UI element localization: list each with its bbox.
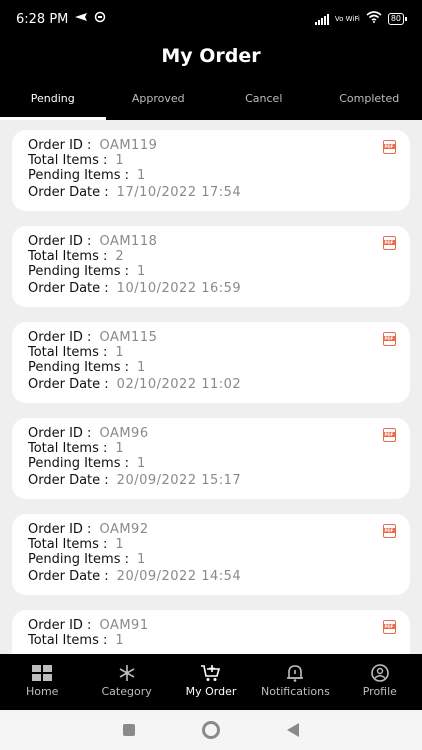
nav-notifications[interactable]: Notifications (253, 654, 337, 710)
order-list[interactable]: Order ID : OAM119 Total Items : 1 Pending … (0, 120, 422, 654)
nav-profile[interactable]: Profile (338, 654, 422, 710)
order-id-label: Order ID : (28, 522, 92, 537)
order-date-label: Order Date : (28, 281, 109, 296)
total-items-label: Total Items : (28, 441, 108, 456)
order-id-value: OAM119 (99, 138, 158, 153)
order-card[interactable]: Order ID : OAM115 Total Items : 1 Pending … (12, 322, 410, 403)
pdf-icon[interactable] (383, 428, 396, 442)
order-date-value: 20/09/2022 15:17 (116, 473, 242, 488)
order-id-label: Order ID : (28, 234, 92, 249)
page-title: My Order (0, 38, 422, 80)
back-icon[interactable] (286, 723, 299, 737)
notification-icon (94, 11, 106, 27)
order-card[interactable]: Order ID : OAM118 Total Items : 2 Pending … (12, 226, 410, 307)
total-items-value: 1 (115, 153, 125, 168)
order-card[interactable]: Order ID : OAM96 Total Items : 1 Pending I… (12, 418, 410, 499)
pending-items-label: Pending Items : (28, 456, 129, 471)
total-items-value: 2 (115, 249, 125, 264)
order-id-value: OAM91 (99, 618, 149, 633)
battery-indicator: 80 (387, 13, 408, 25)
order-id-label: Order ID : (28, 618, 92, 633)
tab-pending[interactable]: Pending (0, 80, 106, 120)
pending-items-value: 1 (136, 360, 146, 375)
total-items-label: Total Items : (28, 249, 108, 264)
bell-icon (287, 665, 304, 682)
nav-my-order-label: My Order (185, 685, 237, 698)
order-date-value: 10/10/2022 16:59 (116, 281, 242, 296)
order-date-value: 17/10/2022 17:54 (116, 185, 242, 200)
pending-items-value: 1 (136, 168, 146, 183)
status-time: 6:28 PM (16, 11, 69, 27)
total-items-value: 1 (115, 345, 125, 360)
order-id-value: OAM92 (99, 522, 149, 537)
order-card[interactable]: Order ID : OAM91 Total Items : 1 (12, 610, 410, 654)
bottom-nav: Home Category My Order Notifications Pro… (0, 654, 422, 710)
grid-icon (32, 665, 53, 681)
order-id-value: OAM118 (99, 234, 158, 249)
wifi-icon (366, 11, 382, 27)
nav-category[interactable]: Category (84, 654, 168, 710)
total-items-value: 1 (115, 441, 125, 456)
airplane-icon (74, 11, 88, 27)
order-id-value: OAM96 (99, 426, 149, 441)
pdf-icon[interactable] (383, 524, 396, 538)
pending-items-value: 1 (136, 264, 146, 279)
order-id-label: Order ID : (28, 138, 92, 153)
pdf-icon[interactable] (383, 236, 396, 250)
pending-items-label: Pending Items : (28, 264, 129, 279)
nav-my-order[interactable]: My Order (169, 654, 253, 710)
order-date-label: Order Date : (28, 473, 109, 488)
order-tabs: Pending Approved Cancel Completed (0, 80, 422, 120)
order-date-value: 02/10/2022 11:02 (116, 377, 242, 392)
total-items-label: Total Items : (28, 153, 108, 168)
total-items-label: Total Items : (28, 537, 108, 552)
pending-items-label: Pending Items : (28, 168, 129, 183)
tab-completed[interactable]: Completed (317, 80, 422, 120)
total-items-value: 1 (115, 537, 125, 552)
pending-items-label: Pending Items : (28, 360, 129, 375)
order-id-value: OAM115 (99, 330, 158, 345)
snowflake-icon (119, 665, 135, 681)
nav-home-label: Home (25, 685, 59, 698)
nav-profile-label: Profile (362, 685, 397, 698)
order-date-label: Order Date : (28, 569, 109, 584)
home-circle-icon[interactable] (201, 721, 220, 739)
recent-apps-icon[interactable] (123, 724, 136, 736)
nav-notifications-label: Notifications (260, 685, 330, 698)
order-id-label: Order ID : (28, 330, 92, 345)
signal-icon (314, 13, 329, 25)
tab-approved[interactable]: Approved (106, 80, 212, 120)
pdf-icon[interactable] (383, 140, 396, 154)
order-id-label: Order ID : (28, 426, 92, 441)
order-date-value: 20/09/2022 14:54 (116, 569, 242, 584)
system-nav-bar (0, 710, 422, 750)
nav-home[interactable]: Home (0, 654, 84, 710)
pending-items-value: 1 (136, 456, 146, 471)
order-card[interactable]: Order ID : OAM92 Total Items : 1 Pending I… (12, 514, 410, 595)
status-bar: 6:28 PM Vo WiFi 80 (0, 0, 422, 38)
volte-label: Vo WiFi (334, 14, 360, 23)
order-date-label: Order Date : (28, 377, 109, 392)
cart-icon (201, 665, 221, 681)
pending-items-label: Pending Items : (28, 552, 129, 567)
total-items-value: 1 (115, 633, 125, 648)
total-items-label: Total Items : (28, 633, 108, 648)
pdf-icon[interactable] (383, 620, 396, 634)
nav-category-label: Category (101, 685, 152, 698)
order-card[interactable]: Order ID : OAM119 Total Items : 1 Pending … (12, 130, 410, 211)
tab-cancel[interactable]: Cancel (211, 80, 317, 120)
user-icon (371, 664, 389, 682)
order-date-label: Order Date : (28, 185, 109, 200)
pdf-icon[interactable] (383, 332, 396, 346)
pending-items-value: 1 (136, 552, 146, 567)
total-items-label: Total Items : (28, 345, 108, 360)
